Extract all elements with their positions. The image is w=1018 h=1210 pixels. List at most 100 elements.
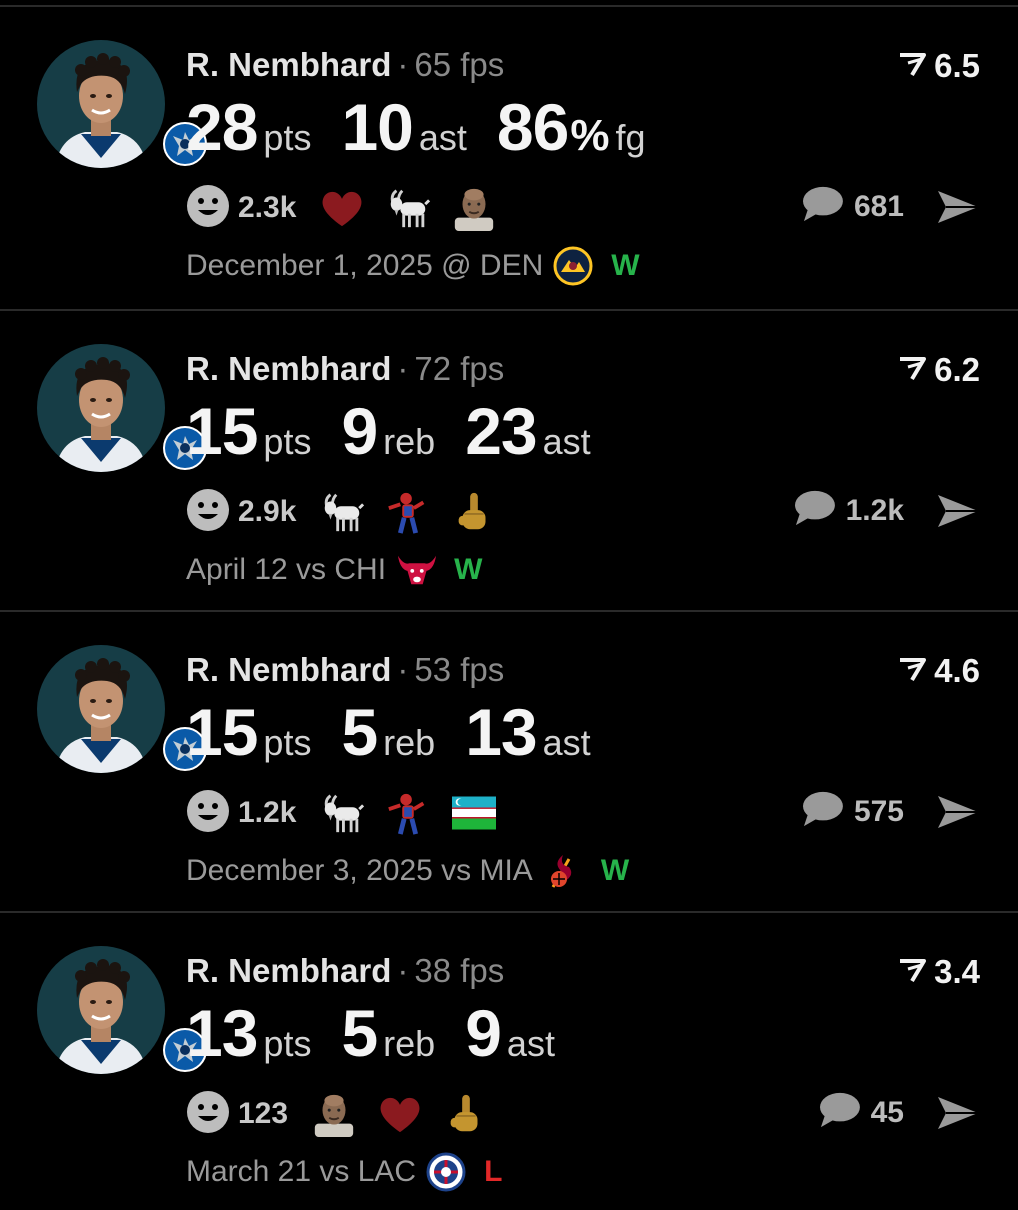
smile-icon[interactable]: [186, 184, 230, 233]
player-name[interactable]: R. Nembhard: [186, 651, 391, 688]
stat-item: 9 ast: [465, 995, 555, 1071]
comments-button[interactable]: 681: [800, 185, 904, 228]
stat-value: 13: [186, 996, 258, 1070]
reactions-bar[interactable]: 2.9k: [186, 487, 516, 537]
stat-value: 15: [186, 695, 258, 769]
bulls-logo-icon: [396, 550, 437, 590]
player-name[interactable]: R. Nembhard: [186, 350, 391, 387]
player-photo: [37, 645, 165, 773]
stat-item: 13 ast: [465, 694, 590, 770]
smile-icon[interactable]: [186, 488, 230, 537]
reaction-count: 2.9k: [238, 495, 297, 528]
player-name[interactable]: R. Nembhard: [186, 46, 391, 83]
game-info: April 12 vs CHI W: [186, 547, 482, 593]
stat-value: 28: [186, 90, 258, 164]
reaction-count: 1.2k: [238, 796, 297, 829]
game-post-card[interactable]: R. Nembhard · 38 fps 3.4 13 pts 5 reb 9 as…: [0, 911, 1018, 1210]
smile-icon[interactable]: [186, 1090, 230, 1139]
share-icon[interactable]: [936, 493, 980, 529]
heart-icon: [318, 184, 366, 232]
rating-value: 4.6: [934, 652, 980, 689]
post-header: R. Nembhard · 38 fps: [186, 951, 504, 991]
stat-value: 86: [496, 90, 569, 164]
player-avatar[interactable]: [37, 344, 209, 474]
player-photo: [37, 946, 165, 1074]
player-avatar[interactable]: [37, 40, 209, 170]
share-icon[interactable]: [936, 189, 980, 225]
stat-value: 9: [341, 394, 378, 468]
smile-icon[interactable]: [186, 789, 230, 838]
stat-value: 5: [341, 695, 378, 769]
rating-icon: [898, 47, 928, 85]
comment-count: 575: [853, 794, 904, 828]
player-photo: [37, 344, 165, 472]
stat-value: 10: [341, 90, 413, 164]
stat-value: 15: [186, 394, 258, 468]
stat-unit: pts: [263, 722, 312, 763]
player-avatar[interactable]: [37, 645, 209, 775]
post-header: R. Nembhard · 65 fps: [186, 45, 504, 85]
comments-button[interactable]: 45: [817, 1091, 904, 1134]
game-result: L: [484, 1155, 503, 1188]
comment-icon: [800, 790, 844, 833]
rating: 4.6: [898, 652, 980, 690]
game-result: W: [611, 249, 640, 282]
stat-unit: reb: [383, 722, 436, 763]
game-feed: R. Nembhard · 65 fps 6.5 28 pts 10 ast 86 …: [0, 0, 1018, 1200]
clippers-logo-icon: [426, 1152, 466, 1192]
rating: 6.2: [898, 351, 980, 389]
share-icon[interactable]: [936, 794, 980, 830]
stat-unit: reb: [383, 1023, 436, 1064]
game-info: December 1, 2025 @ DEN W: [186, 243, 640, 289]
post-header: R. Nembhard · 72 fps: [186, 349, 504, 389]
rating-value: 3.4: [934, 953, 980, 990]
game-post-card[interactable]: R. Nembhard · 72 fps 6.2 15 pts 9 reb 23 a…: [0, 309, 1018, 608]
stat-item: 15 pts: [186, 694, 311, 770]
spider-man-icon: [384, 789, 432, 837]
stat-line: 15 pts 9 reb 23 ast: [186, 393, 621, 469]
rating: 3.4: [898, 953, 980, 991]
stat-item: 5 reb: [341, 995, 435, 1071]
post-header: R. Nembhard · 53 fps: [186, 650, 504, 690]
bald-man-icon: [450, 184, 498, 232]
middle-finger-icon: [450, 488, 498, 536]
stat-line: 13 pts 5 reb 9 ast: [186, 995, 585, 1071]
reactions-bar[interactable]: 2.3k: [186, 183, 516, 233]
heat-logo-icon: [543, 851, 583, 891]
game-result: W: [454, 553, 483, 586]
goat-icon: [318, 789, 366, 837]
fps-score: 72 fps: [414, 350, 505, 387]
share-icon[interactable]: [936, 1095, 980, 1131]
stat-unit: ast: [542, 722, 591, 763]
reactions-bar[interactable]: 123: [186, 1089, 508, 1139]
comments-button[interactable]: 575: [800, 790, 904, 833]
game-post-card[interactable]: R. Nembhard · 65 fps 6.5 28 pts 10 ast 86 …: [0, 5, 1018, 304]
separator-dot: ·: [397, 651, 409, 688]
comment-count: 681: [853, 189, 904, 223]
player-name[interactable]: R. Nembhard: [186, 952, 391, 989]
fps-score: 53 fps: [414, 651, 505, 688]
date-opponent: April 12 vs CHI: [186, 553, 387, 586]
stat-percent-sign: %: [570, 111, 610, 160]
date-opponent: December 3, 2025 vs MIA: [186, 854, 533, 887]
reaction-count: 123: [238, 1097, 289, 1130]
stat-unit: reb: [383, 421, 436, 462]
comments-button[interactable]: 1.2k: [792, 489, 904, 532]
goat-icon: [384, 184, 432, 232]
stat-line: 15 pts 5 reb 13 ast: [186, 694, 621, 770]
stat-unit: ast: [542, 421, 591, 462]
rating-icon: [898, 351, 928, 389]
stat-item: 23 ast: [465, 393, 590, 469]
stat-value: 13: [465, 695, 537, 769]
game-post-card[interactable]: R. Nembhard · 53 fps 4.6 15 pts 5 reb 13 a…: [0, 610, 1018, 909]
player-avatar[interactable]: [37, 946, 209, 1076]
rating-icon: [898, 953, 928, 991]
stat-unit: pts: [263, 117, 312, 158]
stat-value: 5: [341, 996, 378, 1070]
reactions-bar[interactable]: 1.2k: [186, 788, 516, 838]
comment-count: 1.2k: [845, 493, 904, 527]
separator-dot: ·: [397, 952, 409, 989]
separator-dot: ·: [397, 46, 409, 83]
stat-unit: pts: [263, 421, 312, 462]
separator-dot: ·: [397, 350, 409, 387]
